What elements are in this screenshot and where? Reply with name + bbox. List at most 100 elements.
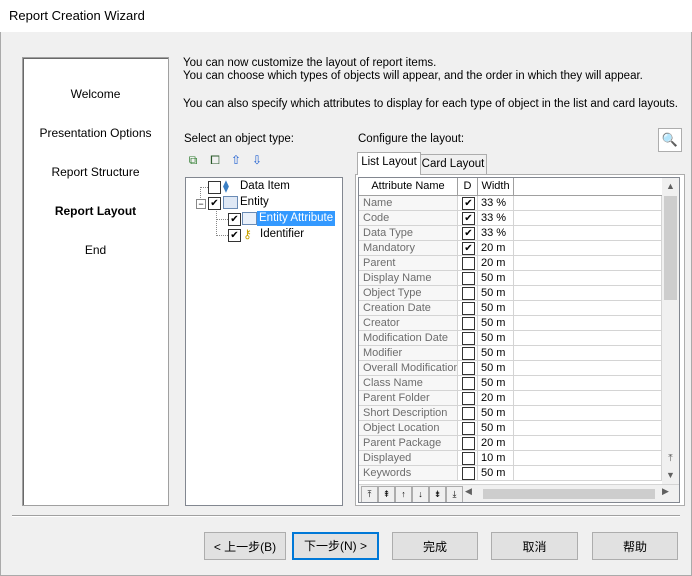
width-cell[interactable]: 50 m: [478, 301, 514, 316]
display-checkbox[interactable]: [462, 257, 475, 270]
width-cell[interactable]: 50 m: [478, 346, 514, 361]
display-checkbox[interactable]: [462, 407, 475, 420]
width-cell[interactable]: 50 m: [478, 361, 514, 376]
display-checkbox[interactable]: [462, 332, 475, 345]
table-row[interactable]: Code ✔ 33 %: [359, 211, 662, 226]
display-checkbox[interactable]: ✔: [462, 242, 475, 255]
table-row[interactable]: Object Location 50 m: [359, 421, 662, 436]
column-header-d[interactable]: D: [458, 178, 478, 195]
move-bottom-icon[interactable]: ⤓: [446, 486, 463, 502]
intro-line-3: You can also specify which attributes to…: [183, 98, 678, 110]
display-checkbox[interactable]: [462, 272, 475, 285]
width-cell[interactable]: 50 m: [478, 331, 514, 346]
next-button[interactable]: 下一步(N) >: [292, 532, 379, 560]
scroll-thumb[interactable]: [664, 196, 677, 300]
attribute-name-cell: Parent Folder: [359, 391, 458, 406]
step-report-structure: Report Structure: [51, 165, 140, 179]
width-cell[interactable]: 50 m: [478, 286, 514, 301]
tab-list-layout[interactable]: List Layout: [357, 152, 421, 175]
table-row[interactable]: Short Description 50 m: [359, 406, 662, 421]
move-page-up-icon[interactable]: ⇞: [378, 486, 395, 502]
display-cell: [458, 331, 478, 346]
display-checkbox[interactable]: [462, 317, 475, 330]
entity-checkbox[interactable]: ✔: [208, 197, 221, 210]
display-checkbox[interactable]: ✔: [462, 227, 475, 240]
tree-node-entity-attribute[interactable]: ✔ Entity Attribute: [228, 211, 340, 227]
table-row[interactable]: Modification Date 50 m: [359, 331, 662, 346]
help-button[interactable]: 帮助: [592, 532, 678, 560]
move-down-icon[interactable]: ↓: [412, 486, 429, 502]
width-cell[interactable]: 33 %: [478, 226, 514, 241]
display-checkbox[interactable]: [462, 287, 475, 300]
table-row[interactable]: Parent Package 20 m: [359, 436, 662, 451]
tree-node-entity[interactable]: ✔ Entity: [208, 195, 340, 211]
tab-card-layout[interactable]: Card Layout: [419, 154, 487, 175]
width-cell[interactable]: 50 m: [478, 466, 514, 481]
display-checkbox[interactable]: [462, 377, 475, 390]
column-header-attribute[interactable]: Attribute Name: [359, 178, 458, 195]
table-row[interactable]: Modifier 50 m: [359, 346, 662, 361]
table-row[interactable]: Name ✔ 33 %: [359, 196, 662, 211]
width-cell[interactable]: 20 m: [478, 241, 514, 256]
table-row[interactable]: Data Type ✔ 33 %: [359, 226, 662, 241]
width-cell[interactable]: 50 m: [478, 406, 514, 421]
width-cell[interactable]: 50 m: [478, 421, 514, 436]
horizontal-scroll-thumb[interactable]: [483, 489, 655, 499]
scroll-down-icon[interactable]: ▼: [662, 467, 679, 484]
move-down-icon[interactable]: ⇩: [250, 153, 264, 167]
cancel-button[interactable]: 取消: [491, 532, 578, 560]
width-cell[interactable]: 50 m: [478, 376, 514, 391]
table-row[interactable]: Mandatory ✔ 20 m: [359, 241, 662, 256]
table-row[interactable]: Display Name 50 m: [359, 271, 662, 286]
display-checkbox[interactable]: [462, 347, 475, 360]
display-checkbox[interactable]: ✔: [462, 197, 475, 210]
scroll-right-icon[interactable]: ▶: [662, 486, 669, 497]
collapse-icon[interactable]: −: [196, 199, 206, 209]
scroll-left-icon[interactable]: ◀: [465, 486, 472, 497]
display-checkbox[interactable]: [462, 362, 475, 375]
scroll-up-icon[interactable]: ▲: [662, 178, 679, 195]
move-top-icon[interactable]: ⤒: [361, 486, 378, 502]
width-cell[interactable]: 20 m: [478, 391, 514, 406]
tree-node-identifier[interactable]: ✔ ⚷ Identifier: [228, 227, 340, 243]
move-page-down-icon[interactable]: ⇟: [429, 486, 446, 502]
table-row[interactable]: Parent Folder 20 m: [359, 391, 662, 406]
width-cell[interactable]: 50 m: [478, 271, 514, 286]
width-cell[interactable]: 20 m: [478, 436, 514, 451]
display-checkbox[interactable]: [462, 392, 475, 405]
width-cell[interactable]: 50 m: [478, 316, 514, 331]
properties-button[interactable]: 🔍: [658, 128, 682, 152]
data-item-checkbox[interactable]: [208, 181, 221, 194]
deselect-all-icon[interactable]: ⧠: [208, 153, 222, 167]
finish-button[interactable]: 完成: [392, 532, 478, 560]
table-row[interactable]: Overall Modification 50 m: [359, 361, 662, 376]
width-cell[interactable]: 20 m: [478, 256, 514, 271]
back-button[interactable]: < 上一步(B): [204, 532, 286, 560]
width-cell[interactable]: 33 %: [478, 196, 514, 211]
width-cell[interactable]: 10 m: [478, 451, 514, 466]
identifier-checkbox[interactable]: ✔: [228, 229, 241, 242]
display-checkbox[interactable]: [462, 467, 475, 480]
entity-attribute-checkbox[interactable]: ✔: [228, 213, 241, 226]
move-up-icon[interactable]: ↑: [395, 486, 412, 502]
tree-node-data-item[interactable]: ⧫ Data Item: [208, 179, 340, 195]
select-all-icon[interactable]: ⧉: [186, 153, 200, 167]
display-cell: [458, 376, 478, 391]
vertical-scrollbar[interactable]: ▲ ⤒ ▼: [662, 178, 679, 484]
scroll-page-up-icon[interactable]: ⤒: [662, 450, 679, 467]
table-row[interactable]: Creation Date 50 m: [359, 301, 662, 316]
display-checkbox[interactable]: [462, 302, 475, 315]
table-row[interactable]: Keywords 50 m: [359, 466, 662, 481]
display-checkbox[interactable]: [462, 422, 475, 435]
table-row[interactable]: Class Name 50 m: [359, 376, 662, 391]
table-row[interactable]: Displayed 10 m: [359, 451, 662, 466]
table-row[interactable]: Object Type 50 m: [359, 286, 662, 301]
display-checkbox[interactable]: ✔: [462, 212, 475, 225]
table-row[interactable]: Parent 20 m: [359, 256, 662, 271]
display-checkbox[interactable]: [462, 452, 475, 465]
display-checkbox[interactable]: [462, 437, 475, 450]
width-cell[interactable]: 33 %: [478, 211, 514, 226]
table-row[interactable]: Creator 50 m: [359, 316, 662, 331]
move-up-icon[interactable]: ⇧: [229, 153, 243, 167]
column-header-width[interactable]: Width: [478, 178, 514, 195]
